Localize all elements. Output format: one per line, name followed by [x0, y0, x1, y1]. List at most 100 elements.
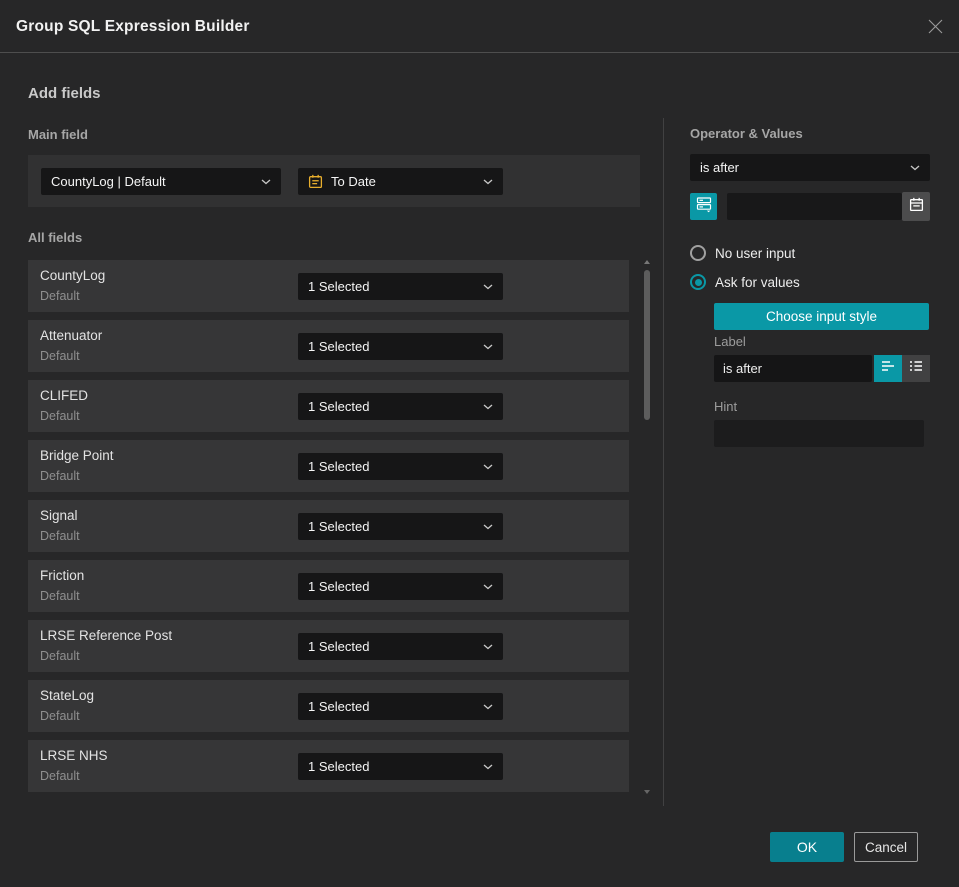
field-type: Default [40, 409, 80, 423]
field-row-lrse-nhs: LRSE NHS Default 1 Selected [28, 740, 629, 792]
field-selection-value: 1 Selected [308, 519, 370, 534]
radio-unselected-icon[interactable] [690, 245, 706, 261]
main-field-select[interactable]: CountyLog | Default [41, 168, 281, 195]
field-name: Signal [40, 508, 78, 523]
chevron-down-icon [475, 344, 493, 350]
field-selection-value: 1 Selected [308, 759, 370, 774]
field-selection-value: 1 Selected [308, 699, 370, 714]
field-selection-dropdown[interactable]: 1 Selected [298, 453, 503, 480]
hint-caption: Hint [714, 399, 738, 414]
date-field-select[interactable]: To Date [298, 168, 503, 195]
hint-input[interactable] [714, 420, 924, 447]
chevron-down-icon [475, 464, 493, 470]
bullet-list-icon [909, 359, 923, 378]
field-selection-value: 1 Selected [308, 639, 370, 654]
date-field-select-value: To Date [331, 174, 376, 189]
group-sql-expression-builder-dialog: Group SQL Expression Builder Add fields … [0, 0, 959, 887]
field-name: Friction [40, 568, 85, 583]
cancel-button[interactable]: Cancel [854, 832, 918, 862]
field-row-lrse-reference-post: LRSE Reference Post Default 1 Selected [28, 620, 629, 672]
field-name: LRSE NHS [40, 748, 108, 763]
field-selection-value: 1 Selected [308, 459, 370, 474]
field-selection-value: 1 Selected [308, 279, 370, 294]
scrollbar-thumb[interactable] [644, 270, 650, 420]
chevron-down-icon [475, 584, 493, 590]
field-name: CLIFED [40, 388, 89, 403]
main-field-panel: CountyLog | Default To Date [28, 155, 640, 207]
align-left-style-button[interactable] [874, 355, 902, 382]
field-type: Default [40, 469, 80, 483]
field-name: CountyLog [40, 268, 106, 283]
field-row-clifed: CLIFED Default 1 Selected [28, 380, 629, 432]
calendar-icon [909, 197, 924, 217]
field-selection-dropdown[interactable]: 1 Selected [298, 393, 503, 420]
calendar-icon [308, 174, 323, 189]
stacked-inputs-icon [696, 196, 712, 218]
input-style-segmented-control [874, 355, 930, 382]
chevron-down-icon [475, 704, 493, 710]
field-selection-dropdown[interactable]: 1 Selected [298, 273, 503, 300]
value-input[interactable] [727, 193, 902, 220]
field-selection-dropdown[interactable]: 1 Selected [298, 633, 503, 660]
field-type: Default [40, 289, 80, 303]
main-field-label: Main field [28, 127, 88, 142]
main-field-select-value: CountyLog | Default [51, 174, 166, 189]
add-fields-heading: Add fields [28, 85, 101, 102]
label-input[interactable] [714, 355, 872, 382]
field-row-countylog: CountyLog Default 1 Selected [28, 260, 629, 312]
radio-ask-for-values[interactable]: Ask for values [690, 274, 800, 290]
dialog-titlebar: Group SQL Expression Builder [0, 0, 959, 53]
field-selection-dropdown[interactable]: 1 Selected [298, 573, 503, 600]
chevron-down-icon [475, 179, 493, 185]
field-type: Default [40, 649, 80, 663]
radio-label: Ask for values [715, 274, 800, 290]
field-name: LRSE Reference Post [40, 628, 173, 643]
field-name: Attenuator [40, 328, 103, 343]
panel-divider [663, 118, 664, 806]
scrollbar-down-arrow-icon[interactable] [644, 790, 650, 794]
align-left-icon [881, 359, 895, 378]
chevron-down-icon [475, 644, 493, 650]
label-caption: Label [714, 334, 746, 349]
radio-selected-icon[interactable] [690, 274, 706, 290]
chevron-down-icon [475, 404, 493, 410]
field-selection-value: 1 Selected [308, 399, 370, 414]
chevron-down-icon [475, 764, 493, 770]
field-row-friction: Friction Default 1 Selected [28, 560, 629, 612]
field-selection-dropdown[interactable]: 1 Selected [298, 513, 503, 540]
all-fields-label: All fields [28, 230, 83, 245]
list-style-button[interactable] [902, 355, 930, 382]
scrollbar-up-arrow-icon[interactable] [644, 260, 650, 264]
all-fields-scrollbar[interactable] [643, 258, 651, 796]
field-type: Default [40, 709, 80, 723]
field-type: Default [40, 349, 80, 363]
field-type: Default [40, 529, 80, 543]
chevron-down-icon [902, 165, 920, 171]
field-selection-dropdown[interactable]: 1 Selected [298, 333, 503, 360]
field-type: Default [40, 769, 80, 783]
ok-button[interactable]: OK [770, 832, 844, 862]
field-name: Bridge Point [40, 448, 114, 463]
field-row-attenuator: Attenuator Default 1 Selected [28, 320, 629, 372]
operator-select[interactable]: is after [690, 154, 930, 181]
dialog-title: Group SQL Expression Builder [16, 18, 250, 35]
close-icon[interactable] [925, 16, 945, 36]
field-selection-dropdown[interactable]: 1 Selected [298, 693, 503, 720]
radio-no-user-input[interactable]: No user input [690, 245, 795, 261]
date-picker-button[interactable] [902, 192, 930, 221]
operator-values-heading: Operator & Values [690, 126, 803, 141]
field-selection-value: 1 Selected [308, 339, 370, 354]
field-row-statelog: StateLog Default 1 Selected [28, 680, 629, 732]
field-type: Default [40, 589, 80, 603]
chevron-down-icon [253, 179, 271, 185]
chevron-down-icon [475, 284, 493, 290]
field-selection-dropdown[interactable]: 1 Selected [298, 753, 503, 780]
field-row-bridge-point: Bridge Point Default 1 Selected [28, 440, 629, 492]
choose-input-style-button[interactable]: Choose input style [714, 303, 929, 330]
field-name: StateLog [40, 688, 95, 703]
field-row-signal: Signal Default 1 Selected [28, 500, 629, 552]
field-selection-value: 1 Selected [308, 579, 370, 594]
value-source-button[interactable] [690, 193, 717, 220]
chevron-down-icon [475, 524, 493, 530]
operator-select-value: is after [700, 160, 740, 175]
